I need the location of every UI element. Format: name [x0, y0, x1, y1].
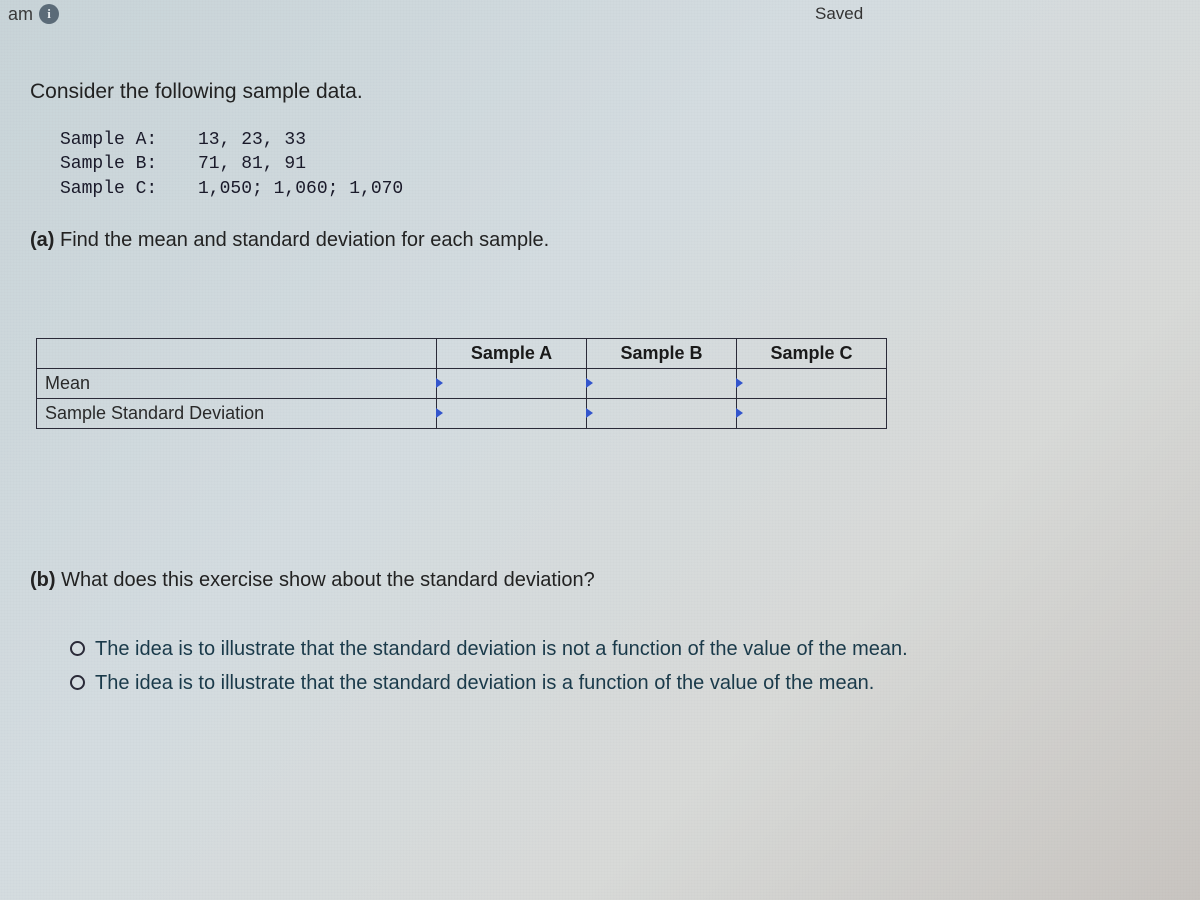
cell-marker-icon	[436, 408, 443, 418]
title-text: am	[8, 4, 33, 25]
table-row-stddev: Sample Standard Deviation	[37, 398, 887, 428]
sample-a-values: 13, 23, 33	[198, 128, 306, 152]
options-group: The idea is to illustrate that the stand…	[70, 632, 1170, 700]
cell-marker-icon	[586, 408, 593, 418]
sample-row-c: Sample C: 1,050; 1,060; 1,070	[60, 177, 1170, 201]
info-icon[interactable]: i	[39, 4, 59, 24]
col-head-sample-b: Sample B	[587, 338, 737, 368]
sample-c-label: Sample C:	[60, 177, 170, 201]
input-stddev-a[interactable]	[437, 398, 587, 428]
option-2[interactable]: The idea is to illustrate that the stand…	[70, 666, 1170, 700]
cell-marker-icon	[736, 378, 743, 388]
option-1[interactable]: The idea is to illustrate that the stand…	[70, 632, 1170, 666]
input-stddev-c[interactable]	[737, 398, 887, 428]
part-b-prompt: (b) What does this exercise show about t…	[30, 569, 1170, 592]
part-a-text: Find the mean and standard deviation for…	[54, 229, 549, 251]
question-content: Consider the following sample data. Samp…	[30, 80, 1170, 700]
part-b-prefix: (b)	[30, 569, 56, 591]
sample-c-values: 1,050; 1,060; 1,070	[198, 177, 403, 201]
table-row-mean: Mean	[37, 368, 887, 398]
sample-a-label: Sample A:	[60, 128, 170, 152]
sample-row-b: Sample B: 71, 81, 91	[60, 152, 1170, 176]
saved-indicator: Saved	[815, 4, 863, 24]
part-a-prompt: (a) Find the mean and standard deviation…	[30, 229, 1170, 252]
top-bar: am i	[0, 0, 1200, 28]
sample-b-label: Sample B:	[60, 152, 170, 176]
page-title-fragment: am i	[8, 4, 59, 25]
row-label-stddev: Sample Standard Deviation	[37, 398, 437, 428]
cell-marker-icon	[736, 408, 743, 418]
row-label-mean: Mean	[37, 368, 437, 398]
cell-marker-icon	[586, 378, 593, 388]
radio-icon[interactable]	[70, 641, 85, 656]
input-mean-a[interactable]	[437, 368, 587, 398]
input-stddev-b[interactable]	[587, 398, 737, 428]
col-head-sample-a: Sample A	[437, 338, 587, 368]
sample-data-block: Sample A: 13, 23, 33 Sample B: 71, 81, 9…	[60, 128, 1170, 201]
option-1-text: The idea is to illustrate that the stand…	[95, 632, 908, 666]
part-a-prefix: (a)	[30, 229, 54, 251]
input-mean-b[interactable]	[587, 368, 737, 398]
sample-b-values: 71, 81, 91	[198, 152, 306, 176]
answer-table: Sample A Sample B Sample C Mean Sample S…	[36, 338, 887, 429]
radio-icon[interactable]	[70, 675, 85, 690]
option-2-text: The idea is to illustrate that the stand…	[95, 666, 874, 700]
cell-marker-icon	[436, 378, 443, 388]
input-mean-c[interactable]	[737, 368, 887, 398]
sample-row-a: Sample A: 13, 23, 33	[60, 128, 1170, 152]
intro-text: Consider the following sample data.	[30, 80, 1170, 104]
part-b-text: What does this exercise show about the s…	[56, 569, 595, 591]
table-corner-cell	[37, 338, 437, 368]
col-head-sample-c: Sample C	[737, 338, 887, 368]
